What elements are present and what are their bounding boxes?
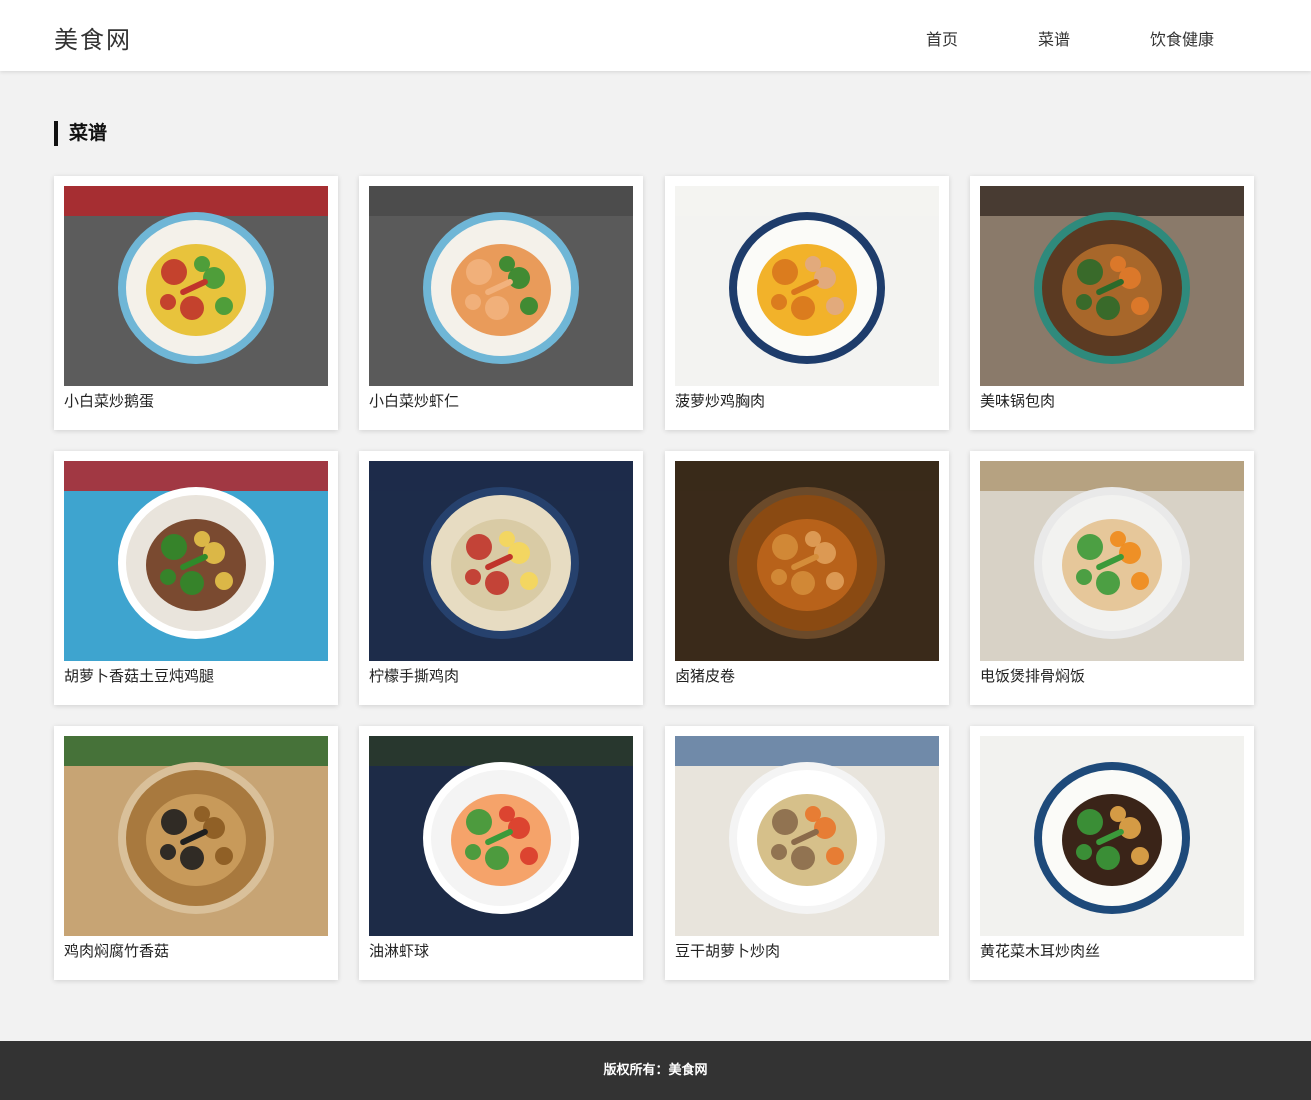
recipe-image[interactable] [369, 736, 633, 936]
recipe-card[interactable]: 小白菜炒虾仁 [359, 176, 643, 430]
recipe-image[interactable] [675, 461, 939, 661]
recipe-card[interactable]: 油淋虾球 [359, 726, 643, 980]
nav-home-link[interactable]: 首页 [926, 26, 958, 50]
recipe-card[interactable]: 电饭煲排骨焖饭 [970, 451, 1254, 705]
recipe-title[interactable]: 小白菜炒虾仁 [369, 390, 459, 411]
recipe-image[interactable] [64, 461, 328, 661]
recipe-title[interactable]: 柠檬手撕鸡肉 [369, 665, 459, 686]
recipe-card[interactable]: 胡萝卜香菇土豆炖鸡腿 [54, 451, 338, 705]
recipe-title[interactable]: 小白菜炒鹅蛋 [64, 390, 154, 411]
recipe-image[interactable] [675, 736, 939, 936]
recipe-title[interactable]: 鸡肉焖腐竹香菇 [64, 940, 169, 961]
recipe-image[interactable] [64, 186, 328, 386]
dish-photo-icon [675, 461, 939, 661]
recipe-image[interactable] [980, 461, 1244, 661]
recipe-title[interactable]: 美味锅包肉 [980, 390, 1055, 411]
recipe-card[interactable]: 柠檬手撕鸡肉 [359, 451, 643, 705]
recipe-card[interactable]: 鸡肉焖腐竹香菇 [54, 726, 338, 980]
recipe-title[interactable]: 黄花菜木耳炒肉丝 [980, 940, 1100, 961]
recipe-image[interactable] [980, 736, 1244, 936]
dish-photo-icon [980, 461, 1244, 661]
recipe-card[interactable]: 豆干胡萝卜炒肉 [665, 726, 949, 980]
recipe-card[interactable]: 小白菜炒鹅蛋 [54, 176, 338, 430]
recipe-image[interactable] [980, 186, 1244, 386]
recipe-title[interactable]: 电饭煲排骨焖饭 [980, 665, 1085, 686]
recipe-card[interactable]: 黄花菜木耳炒肉丝 [970, 726, 1254, 980]
recipe-title[interactable]: 菠萝炒鸡胸肉 [675, 390, 765, 411]
recipe-card[interactable]: 菠萝炒鸡胸肉 [665, 176, 949, 430]
recipe-image[interactable] [369, 461, 633, 661]
nav-recipes-link[interactable]: 菜谱 [1038, 26, 1070, 50]
recipe-title[interactable]: 豆干胡萝卜炒肉 [675, 940, 780, 961]
site-header: 美食网 首页 菜谱 饮食健康 [0, 0, 1311, 71]
dish-photo-icon [675, 186, 939, 386]
recipe-image[interactable] [64, 736, 328, 936]
dish-photo-icon [369, 461, 633, 661]
recipe-image[interactable] [675, 186, 939, 386]
section-title: 菜谱 [54, 121, 107, 146]
dish-photo-icon [369, 736, 633, 936]
dish-photo-icon [675, 736, 939, 936]
main-nav: 首页 菜谱 饮食健康 [0, 26, 1311, 50]
recipe-title[interactable]: 卤猪皮卷 [675, 665, 735, 686]
recipe-card[interactable]: 卤猪皮卷 [665, 451, 949, 705]
recipe-image[interactable] [369, 186, 633, 386]
recipe-title[interactable]: 胡萝卜香菇土豆炖鸡腿 [64, 665, 214, 686]
dish-photo-icon [64, 186, 328, 386]
copyright-text: 版权所有：美食网 [603, 1063, 708, 1078]
dish-photo-icon [64, 461, 328, 661]
dish-photo-icon [64, 736, 328, 936]
dish-photo-icon [369, 186, 633, 386]
recipe-title[interactable]: 油淋虾球 [369, 940, 429, 961]
site-footer: 版权所有：美食网 [0, 1041, 1311, 1100]
dish-photo-icon [980, 736, 1244, 936]
recipe-card[interactable]: 美味锅包肉 [970, 176, 1254, 430]
dish-photo-icon [980, 186, 1244, 386]
nav-health-link[interactable]: 饮食健康 [1150, 26, 1214, 50]
